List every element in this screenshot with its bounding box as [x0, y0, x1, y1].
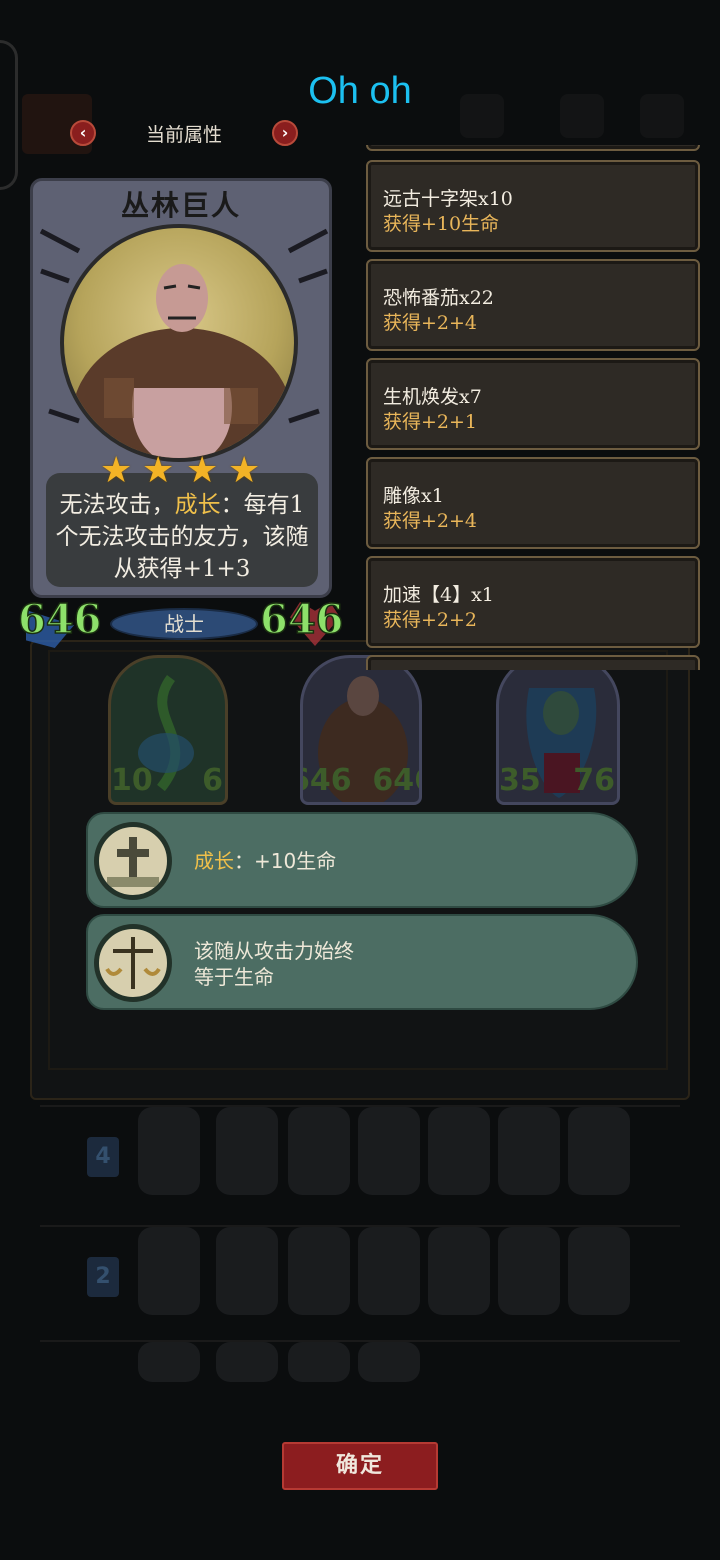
buff-title: 生机焕发x7 — [383, 386, 482, 408]
keyword-growth: 成长 — [194, 849, 234, 873]
keyword-line: 等于生命 — [194, 965, 274, 989]
cross-grave-icon — [94, 822, 172, 900]
bench-row: 4 — [40, 1105, 680, 1215]
list-item — [366, 655, 700, 670]
tier-badge: 4 — [87, 1137, 119, 1177]
bench-slot[interactable] — [428, 1227, 490, 1315]
class-badge: 战士 — [110, 608, 258, 640]
buff-gain: 获得+10生命 — [383, 213, 500, 235]
card-description: 无法攻击，成长：每有1个无法攻击的友方，该随从获得+1+3 — [46, 473, 318, 587]
bench-slot[interactable] — [358, 1227, 420, 1315]
scales-icon — [105, 937, 161, 989]
minion-health: 6 — [202, 763, 223, 798]
keyword-description: 成长：+10生命 — [194, 848, 336, 874]
bench-slot[interactable] — [138, 1107, 200, 1195]
buff-title: 恐怖番茄x22 — [383, 287, 494, 309]
list-item: 加速【4】x1 获得+2+2 — [366, 556, 700, 648]
tier-badge: 2 — [87, 1257, 119, 1297]
page-title: Oh oh — [308, 70, 412, 112]
list-item: 恐怖番茄x22 获得+2+4 — [366, 259, 700, 351]
bench-slot[interactable] — [568, 1107, 630, 1195]
star-icon: ★ — [142, 450, 175, 491]
bench-slot[interactable] — [216, 1107, 278, 1195]
game-screen: 10 6 646 646 35 76 4 2 — [0, 0, 720, 1560]
buff-history-list[interactable]: 远古十字架x10 获得+10生命 恐怖番茄x22 获得+2+4 生机焕发x7 获… — [364, 145, 702, 670]
buff-title: 远古十字架x10 — [383, 188, 513, 210]
card-health: 646 — [259, 595, 344, 644]
bench-slot[interactable] — [358, 1107, 420, 1195]
minion-health: 646 — [372, 763, 419, 798]
buff-gain: 获得+2+4 — [383, 510, 478, 532]
bench-slot[interactable] — [358, 1342, 420, 1382]
minion-attack: 10 — [111, 763, 153, 798]
minion-attack: 646 — [303, 763, 352, 798]
star-icon: ★ — [228, 450, 261, 491]
minion-card: 丛林巨人 无法攻击，成长：每有1个无法攻击的友方，该随从获得+1+3 ★ ★ ★… — [17, 178, 344, 648]
bench-slot[interactable] — [288, 1342, 350, 1382]
keyword-description: 该随从攻击力始终 等于生命 — [194, 938, 354, 990]
jungle-giant-icon — [72, 264, 292, 458]
list-item — [366, 145, 700, 151]
bench-slot[interactable] — [568, 1227, 630, 1315]
board-minion[interactable]: 35 76 — [496, 655, 620, 805]
attribute-nav-label: 当前属性 — [145, 124, 222, 146]
buff-gain: 获得+2+1 — [383, 411, 478, 433]
chevron-right-icon[interactable]: › — [272, 120, 298, 146]
buff-gain: 获得+2+2 — [383, 609, 478, 631]
list-item: 生机焕发x7 获得+2+1 — [366, 358, 700, 450]
cross-grave-icon — [107, 837, 159, 887]
list-item: 雕像x1 获得+2+4 — [366, 457, 700, 549]
bench-row: 2 — [40, 1225, 680, 1335]
description-text: 无法攻击， — [59, 492, 175, 518]
attribute-nav: ‹ 当前属性 › — [68, 118, 300, 148]
keyword-panel-attack-equals-health: 该随从攻击力始终 等于生命 — [86, 914, 638, 1010]
minion-attack: 35 — [499, 763, 541, 798]
bench-slot[interactable] — [498, 1227, 560, 1315]
bench-slot[interactable] — [288, 1107, 350, 1195]
confirm-button[interactable]: 确定 — [282, 1442, 438, 1490]
star-icon: ★ — [100, 450, 133, 491]
bench-slot[interactable] — [138, 1342, 200, 1382]
board-minion[interactable]: 10 6 — [108, 655, 228, 805]
card-name: 丛林巨人 — [120, 189, 241, 222]
minion-health: 76 — [573, 763, 615, 798]
chevron-left-icon[interactable]: ‹ — [70, 120, 96, 146]
buff-title: 雕像x1 — [383, 485, 444, 507]
list-item: 远古十字架x10 获得+10生命 — [366, 160, 700, 252]
keyword-growth: 成长 — [174, 492, 221, 518]
bench-slot[interactable] — [498, 1107, 560, 1195]
card-stats: 战士 646 646 — [17, 595, 360, 648]
bench-slot[interactable] — [288, 1227, 350, 1315]
giant-portrait — [60, 224, 298, 462]
star-rating: ★ ★ ★ ★ — [100, 450, 266, 491]
bench-slot[interactable] — [138, 1227, 200, 1315]
buff-title: 加速【4】x1 — [383, 584, 494, 606]
card-description-text: 无法攻击，成长：每有1个无法攻击的友方，该随从获得+1+3 — [52, 489, 312, 585]
keyword-effect: ：+10生命 — [234, 849, 337, 873]
star-icon: ★ — [186, 450, 219, 491]
background-frame — [0, 40, 18, 190]
keyword-line: 该随从攻击力始终 — [194, 939, 354, 963]
bench-row — [40, 1340, 680, 1400]
bench-slot[interactable] — [216, 1342, 278, 1382]
scales-icon — [94, 924, 172, 1002]
card-attack: 646 — [17, 595, 102, 644]
bench-slot[interactable] — [428, 1107, 490, 1195]
keyword-panel-growth: 成长：+10生命 — [86, 812, 638, 908]
buff-gain: 获得+2+4 — [383, 312, 478, 334]
bench-slot[interactable] — [216, 1227, 278, 1315]
board-minion[interactable]: 646 646 — [300, 655, 422, 805]
